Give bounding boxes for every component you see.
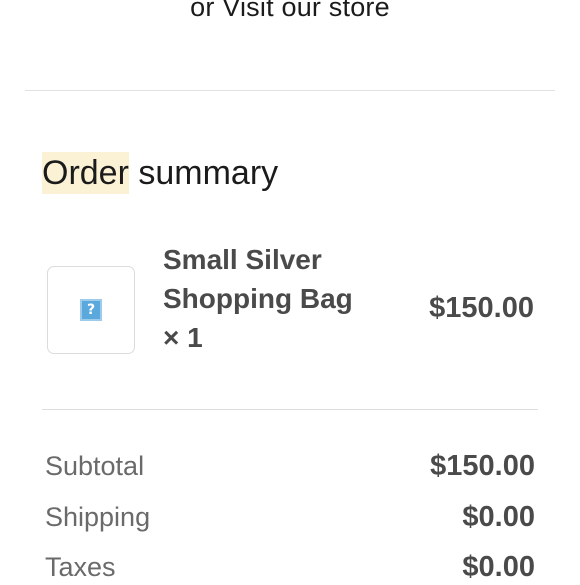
visit-store-line: or Visit our store [0, 0, 580, 23]
shipping-value: $0.00 [462, 500, 535, 533]
taxes-value: $0.00 [462, 550, 535, 583]
shipping-label: Shipping [45, 501, 151, 532]
visit-store-link[interactable]: Visit our store [222, 0, 390, 22]
subtotal-row: Subtotal $150.00 [45, 448, 535, 484]
visit-prefix: or [190, 0, 215, 22]
product-price: $150.00 [429, 292, 534, 324]
title-rest: summary [128, 154, 279, 192]
divider [42, 409, 538, 410]
product-name: Small Silver Shopping Bag × 1 [163, 244, 353, 353]
taxes-label: Taxes [45, 551, 116, 582]
order-summary-title: Order summary [42, 150, 278, 196]
shipping-row: Shipping $0.00 [45, 499, 535, 535]
subtotal-label: Subtotal [45, 450, 145, 481]
broken-image-icon: ? [80, 299, 102, 321]
product-thumbnail: ? [47, 266, 135, 354]
title-highlight: Order [42, 152, 129, 194]
subtotal-value: $150.00 [430, 449, 535, 482]
divider [25, 90, 555, 91]
